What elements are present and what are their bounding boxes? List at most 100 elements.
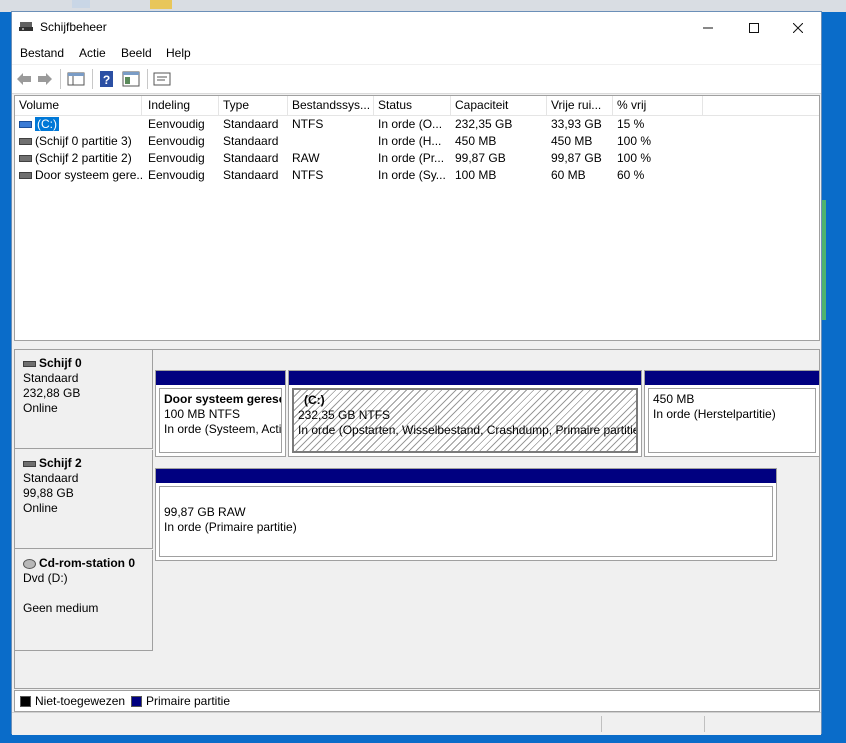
disk-0-label[interactable]: Schijf 0 Standaard 232,88 GB Online xyxy=(15,350,153,449)
cell-vrij: 60 MB xyxy=(551,168,586,182)
partition-size: 450 MB xyxy=(653,392,695,406)
table-row[interactable]: (Schijf 2 partitie 2) Eenvoudig Standaar… xyxy=(15,150,819,167)
menu-actie[interactable]: Actie xyxy=(79,46,106,60)
cell-fs: RAW xyxy=(292,151,320,165)
console-icon[interactable] xyxy=(153,70,171,88)
forward-arrow-icon[interactable] xyxy=(36,70,54,88)
cell-volume: (C:) xyxy=(15,116,142,133)
column-vrije-ruimte[interactable]: Vrije rui... xyxy=(547,96,613,115)
toolbar-separator xyxy=(92,69,93,89)
cell-volume: (Schijf 2 partitie 2) xyxy=(15,150,142,167)
status-bar xyxy=(12,712,821,735)
table-row[interactable]: (C:) Eenvoudig Standaard NTFS In orde (O… xyxy=(15,116,819,133)
partition-c-drive[interactable]: (C:) 232,35 GB NTFS In orde (Opstarten, … xyxy=(288,370,642,457)
back-arrow-icon[interactable] xyxy=(15,70,33,88)
disk-kind: Standaard xyxy=(23,471,79,485)
cell-indeling: Eenvoudig xyxy=(148,134,205,148)
volume-label: Door systeem gere... xyxy=(35,168,142,182)
partition-raw[interactable]: 99,87 GB RAW In orde (Primaire partitie) xyxy=(155,468,777,561)
cell-indeling: Eenvoudig xyxy=(148,151,205,165)
partition-body-selected: (C:) 232,35 GB NTFS In orde (Opstarten, … xyxy=(292,388,638,453)
cell-capaciteit: 450 MB xyxy=(455,134,497,148)
cell-indeling: Eenvoudig xyxy=(148,117,205,131)
disk-graphical-view: Schijf 0 Standaard 232,88 GB Online Door… xyxy=(14,349,820,689)
hard-disk-icon xyxy=(23,360,36,367)
disk-management-app-icon xyxy=(19,22,33,31)
column-indeling[interactable]: Indeling xyxy=(144,96,219,115)
close-icon xyxy=(792,22,804,34)
volume-icon xyxy=(19,155,32,163)
cell-indeling: Eenvoudig xyxy=(148,168,205,182)
cell-fs xyxy=(288,133,374,150)
minimize-button[interactable] xyxy=(685,12,731,42)
partition-status: In orde (Herstelpartitie) xyxy=(653,407,776,421)
legend-unallocated-label: Niet-toegewezen xyxy=(35,694,126,708)
selected-volume-label: (C:) xyxy=(35,117,59,131)
disk-name: Cd-rom-station 0 xyxy=(39,556,135,570)
partition-recovery[interactable]: 450 MB In orde (Herstelpartitie) xyxy=(644,370,820,457)
cell-vrij: 450 MB xyxy=(551,134,593,148)
legend-bar: Niet-toegewezen Primaire partitie xyxy=(14,690,820,712)
toolbar-separator xyxy=(60,69,61,89)
unallocated-swatch xyxy=(20,696,31,707)
disk-2-label[interactable]: Schijf 2 Standaard 99,88 GB Online xyxy=(15,450,153,549)
cell-pct: 15 % xyxy=(617,117,645,131)
cell-capaciteit: 232,35 GB xyxy=(455,117,513,131)
volume-label: (Schijf 0 partitie 3) xyxy=(35,134,132,148)
cell-capaciteit: 100 MB xyxy=(455,168,497,182)
partition-system-reserved[interactable]: Door systeem gerese 100 MB NTFS In orde … xyxy=(155,370,286,457)
table-row[interactable]: (Schijf 0 partitie 3) Eenvoudig Standaar… xyxy=(15,133,819,150)
column-volume[interactable]: Volume xyxy=(15,96,142,115)
disk-kind: Standaard xyxy=(23,371,79,385)
desktop-accent-strip xyxy=(822,200,826,320)
volume-list: Volume Indeling Type Bestandssys... Stat… xyxy=(14,95,820,341)
close-button[interactable] xyxy=(775,12,821,42)
help-icon[interactable]: ? xyxy=(98,70,116,88)
menu-bestand[interactable]: Bestand xyxy=(20,46,64,60)
partition-size: 100 MB NTFS xyxy=(164,407,241,421)
legend-primary-label: Primaire partitie xyxy=(146,694,231,708)
cell-fs: NTFS xyxy=(292,168,324,182)
toolbar-separator xyxy=(147,69,148,89)
minimize-icon xyxy=(703,27,713,29)
window-title: Schijfbeheer xyxy=(40,20,107,34)
disk-kind: Dvd (D:) xyxy=(23,571,68,585)
cell-type: Standaard xyxy=(223,168,279,182)
cell-vrij: 33,93 GB xyxy=(551,117,602,131)
maximize-icon xyxy=(749,23,759,34)
column-pct-vrij[interactable]: % vrij xyxy=(613,96,703,115)
title-bar[interactable]: Schijfbeheer xyxy=(12,12,821,42)
pane-splitter[interactable] xyxy=(12,341,821,349)
disk-size xyxy=(23,586,144,601)
menu-help[interactable]: Help xyxy=(166,46,191,60)
volume-label: (Schijf 2 partitie 2) xyxy=(35,151,132,165)
primary-partition-swatch xyxy=(131,696,142,707)
column-type[interactable]: Type xyxy=(219,96,288,115)
partition-body: 450 MB In orde (Herstelpartitie) xyxy=(648,388,816,453)
partition-title: Door systeem gerese xyxy=(164,392,282,406)
column-capaciteit[interactable]: Capaciteit xyxy=(451,96,547,115)
desktop-icon[interactable] xyxy=(72,0,90,8)
column-status[interactable]: Status xyxy=(374,96,451,115)
disk-list-icon[interactable] xyxy=(67,70,85,88)
menu-beeld[interactable]: Beeld xyxy=(121,46,152,60)
maximize-button[interactable] xyxy=(731,12,777,42)
status-separator xyxy=(601,716,602,732)
primary-partition-bar xyxy=(645,371,819,385)
cell-status: In orde (Sy... xyxy=(378,168,446,182)
volume-icon xyxy=(19,121,32,129)
toolbar: ? xyxy=(12,65,821,94)
primary-partition-bar xyxy=(289,371,641,385)
properties-icon[interactable] xyxy=(122,70,140,88)
volume-icon xyxy=(19,138,32,146)
partition-body: Door systeem gerese 100 MB NTFS In orde … xyxy=(159,388,282,453)
cd-drive-icon xyxy=(23,558,36,569)
column-bestandssysteem[interactable]: Bestandssys... xyxy=(288,96,374,115)
partition-size: 232,35 GB NTFS xyxy=(298,408,391,422)
cell-status: In orde (Pr... xyxy=(378,151,445,165)
desktop-folder-icon[interactable] xyxy=(150,0,172,9)
cell-volume: (Schijf 0 partitie 3) xyxy=(15,133,142,150)
table-row[interactable]: Door systeem gere... Eenvoudig Standaard… xyxy=(15,167,819,184)
cdrom-0-label[interactable]: Cd-rom-station 0 Dvd (D:) Geen medium xyxy=(15,550,153,651)
disk-size: 232,88 GB xyxy=(23,386,81,400)
